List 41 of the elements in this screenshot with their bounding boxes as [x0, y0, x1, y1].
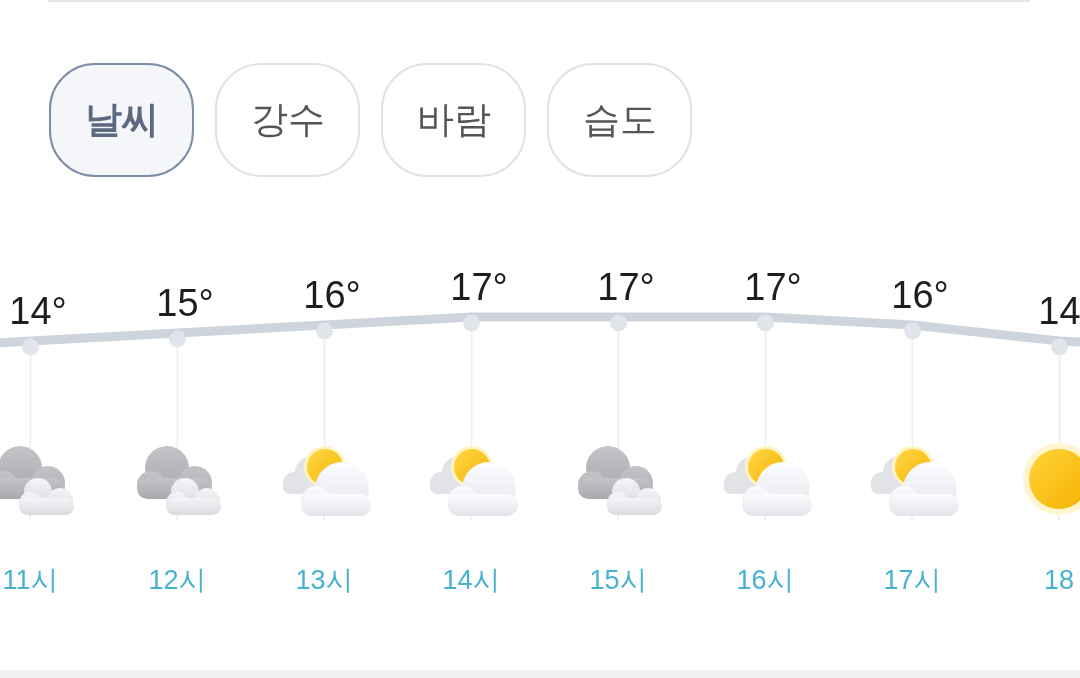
hour-label: 18: [1043, 564, 1074, 596]
cloud-icon: [137, 446, 222, 516]
hour-label: 12시: [148, 564, 206, 596]
data-point: [903, 322, 921, 340]
data-point: [462, 314, 480, 332]
hour-label: 11시: [2, 564, 58, 596]
degree-sign: °: [933, 274, 949, 316]
data-point: [756, 314, 774, 332]
category-tab[interactable]: 습도: [547, 63, 692, 177]
degree-sign: °: [492, 266, 508, 308]
category-tab[interactable]: 날씨: [49, 63, 194, 177]
temperature-label: 16: [302, 274, 346, 316]
degree-sign: °: [345, 274, 361, 316]
sun-cloud-icon: [724, 446, 812, 516]
hour-label: 13시: [295, 564, 353, 596]
hour-label: 17시: [883, 564, 941, 596]
sun-cloud-icon: [430, 446, 518, 516]
sun-cloud-icon: [871, 446, 959, 516]
degree-sign: °: [198, 282, 214, 324]
temperature-label: 17: [743, 266, 787, 308]
temperature-label: 15: [155, 282, 199, 324]
hour-label: 15시: [589, 564, 647, 596]
temperature-label: 14: [1037, 290, 1080, 332]
degree-sign: °: [51, 290, 67, 332]
category-tab[interactable]: 강수: [215, 63, 360, 177]
category-tab[interactable]: 바람: [381, 63, 526, 177]
temperature-label: 17: [449, 266, 493, 308]
degree-sign: °: [639, 266, 655, 308]
temperature-label: 14: [8, 290, 52, 332]
data-point: [1050, 338, 1068, 356]
data-point: [315, 322, 333, 340]
cloud-icon: [578, 446, 663, 516]
data-point: [609, 314, 627, 332]
temperature-label: 17: [596, 266, 640, 308]
degree-sign: °: [786, 266, 802, 308]
data-point: [168, 330, 186, 348]
data-point: [21, 338, 39, 356]
sun-cloud-icon: [283, 446, 371, 516]
hour-label: 14시: [442, 564, 500, 596]
temperature-label: 16: [890, 274, 934, 316]
hour-label: 16시: [736, 564, 794, 596]
